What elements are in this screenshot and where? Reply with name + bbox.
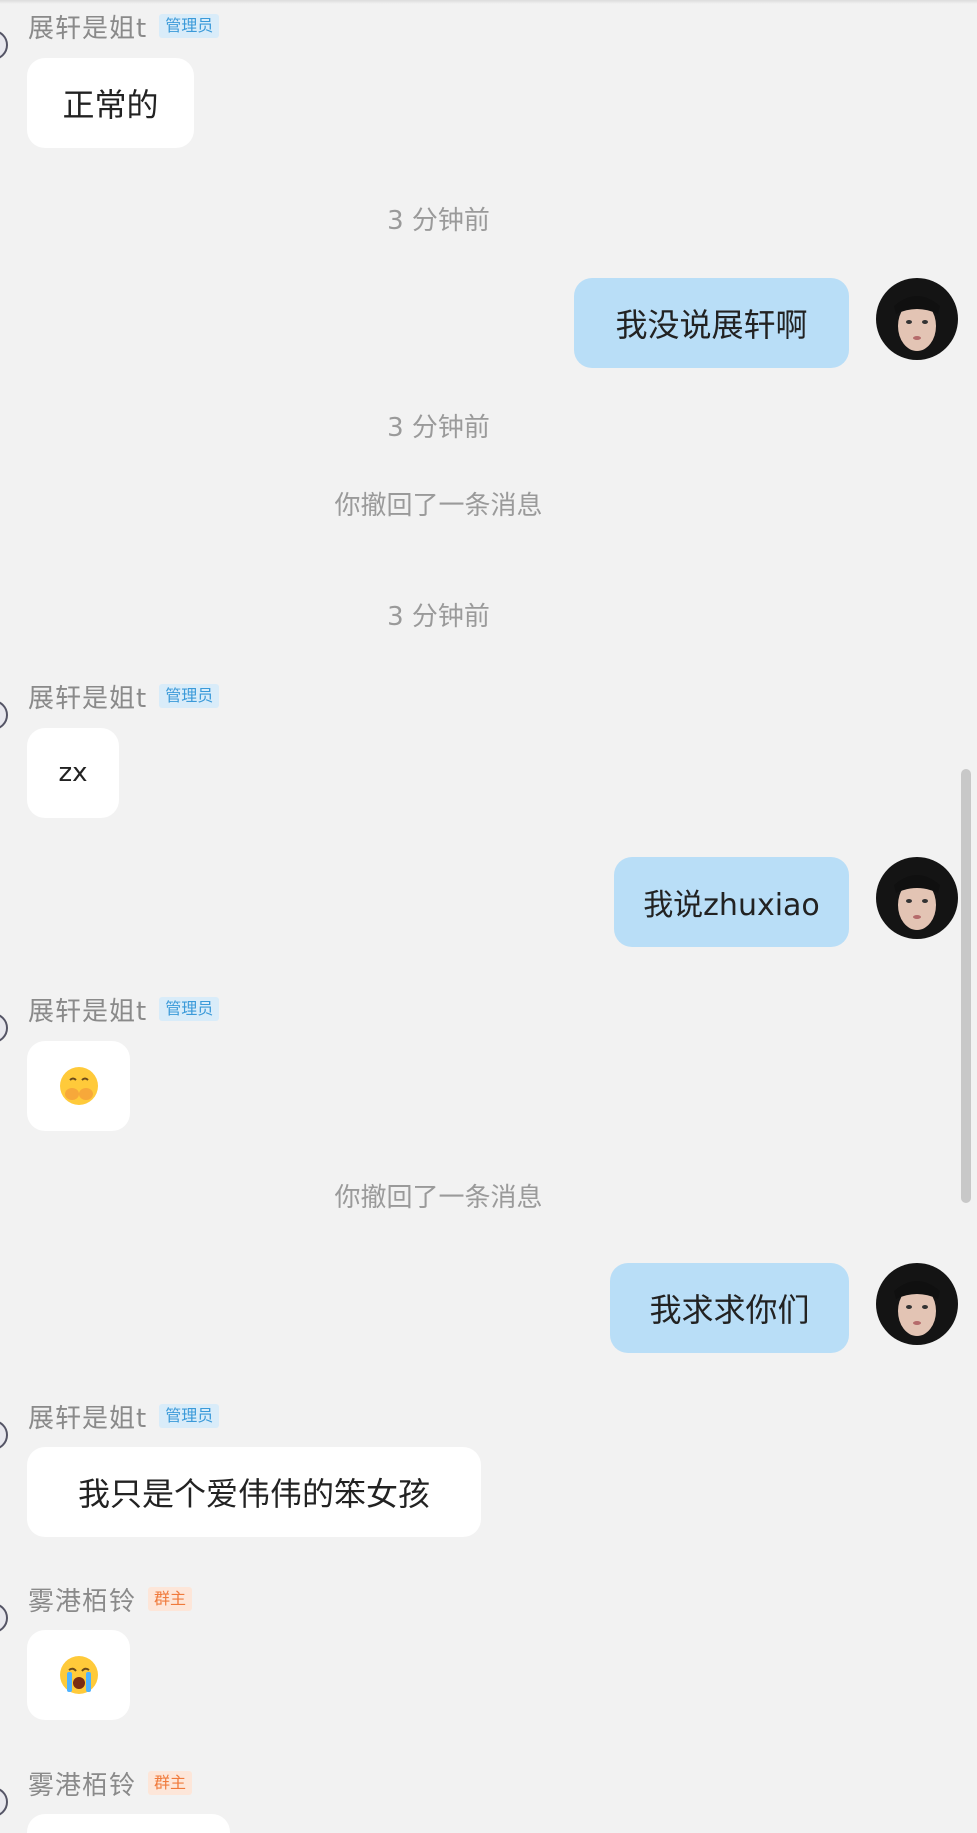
avatar-edge[interactable] xyxy=(0,700,8,730)
my-message-bubble[interactable]: 我求求你们 xyxy=(610,1263,849,1353)
admin-badge: 管理员 xyxy=(159,14,220,38)
admin-badge: 管理员 xyxy=(159,684,220,708)
my-message-bubble[interactable]: 我没说展轩啊 xyxy=(574,278,849,368)
message-bubble[interactable] xyxy=(27,1814,230,1833)
sender-row: 展轩是姐t 管理员 xyxy=(28,8,220,45)
sender-row: 雾港栢铃 群主 xyxy=(28,1765,193,1802)
admin-badge: 管理员 xyxy=(159,1404,220,1428)
recall-notice: 你撤回了一条消息 xyxy=(334,1183,543,1213)
message-bubble[interactable]: 正常的 xyxy=(27,58,194,148)
timestamp: 3 分钟前 xyxy=(387,602,490,632)
my-avatar[interactable] xyxy=(876,1263,958,1345)
my-avatar[interactable] xyxy=(876,278,958,360)
emoji-bubble[interactable] xyxy=(27,1630,130,1720)
recall-notice: 你撤回了一条消息 xyxy=(334,491,543,521)
timestamp: 3 分钟前 xyxy=(387,206,490,236)
sender-row: 展轩是姐t 管理员 xyxy=(28,991,220,1028)
user-photo-icon xyxy=(876,1263,958,1345)
sender-row: 展轩是姐t 管理员 xyxy=(28,1398,220,1435)
scrollbar[interactable] xyxy=(961,769,971,1203)
top-shadow xyxy=(0,0,977,4)
avatar-edge[interactable] xyxy=(0,30,8,60)
timestamp: 3 分钟前 xyxy=(387,413,490,443)
avatar-edge[interactable] xyxy=(0,1787,8,1817)
admin-badge: 管理员 xyxy=(159,997,220,1021)
sender-name[interactable]: 展轩是姐t xyxy=(28,1398,147,1435)
covering-mouth-emoji xyxy=(59,1067,98,1105)
emoji-bubble[interactable] xyxy=(27,1041,130,1131)
avatar-edge[interactable] xyxy=(0,1603,8,1633)
sender-name[interactable]: 展轩是姐t xyxy=(28,991,147,1028)
sender-name[interactable]: 展轩是姐t xyxy=(28,678,147,715)
avatar-edge[interactable] xyxy=(0,1013,8,1043)
sender-name[interactable]: 雾港栢铃 xyxy=(28,1581,136,1618)
sender-name[interactable]: 展轩是姐t xyxy=(28,8,147,45)
sender-row: 展轩是姐t 管理员 xyxy=(28,678,220,715)
owner-badge: 群主 xyxy=(148,1771,193,1795)
message-bubble[interactable]: zx xyxy=(27,728,119,818)
avatar-edge[interactable] xyxy=(0,1420,8,1450)
sender-row: 雾港栢铃 群主 xyxy=(28,1581,193,1618)
user-photo-icon xyxy=(876,857,958,939)
crying-emoji xyxy=(59,1656,98,1694)
my-avatar[interactable] xyxy=(876,857,958,939)
sender-name[interactable]: 雾港栢铃 xyxy=(28,1765,136,1802)
user-photo-icon xyxy=(876,278,958,360)
message-bubble[interactable]: 我只是个爱伟伟的笨女孩 xyxy=(27,1447,481,1537)
owner-badge: 群主 xyxy=(148,1587,193,1611)
my-message-bubble[interactable]: 我说zhuxiao xyxy=(614,857,849,947)
